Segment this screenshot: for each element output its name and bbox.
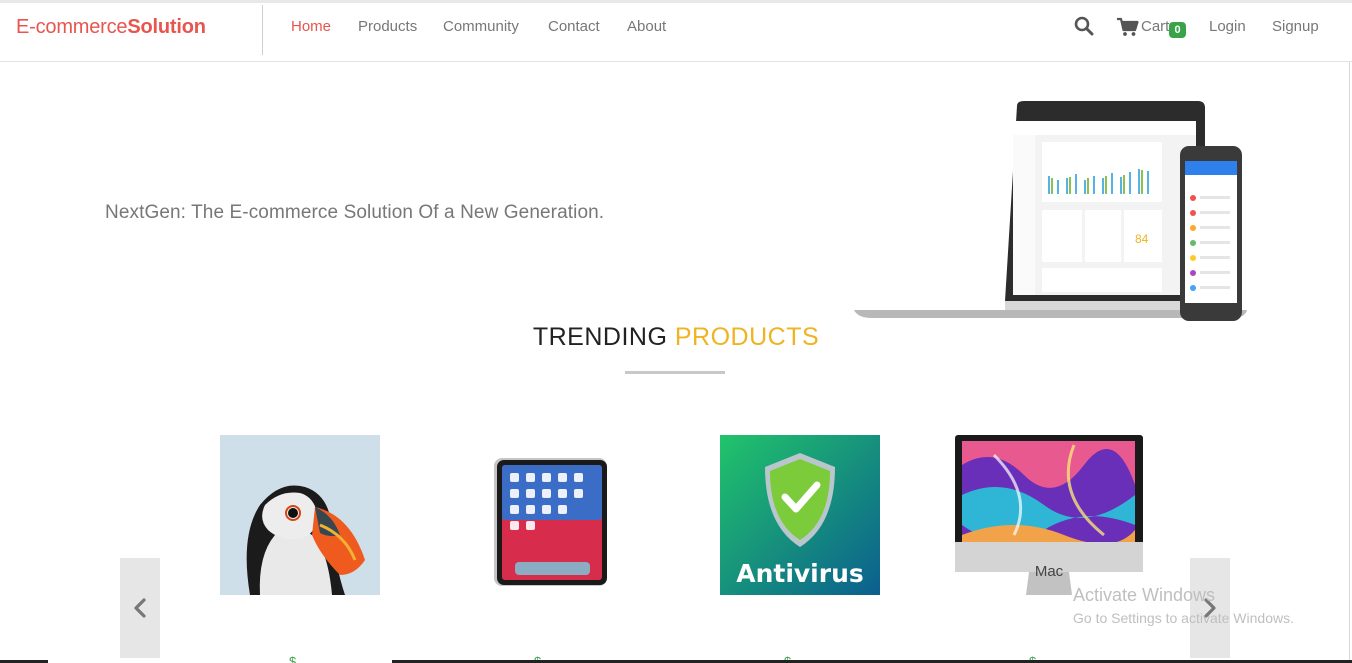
product-image-antivirus[interactable]: Antivirus xyxy=(720,435,880,595)
watermark-line2: Go to Settings to activate Windows. xyxy=(1073,610,1294,626)
imac-label: Mac xyxy=(1035,563,1064,580)
brand-part2: Solution xyxy=(127,16,206,38)
product-image-imac[interactable]: Mac xyxy=(954,435,1144,595)
page-edge-line xyxy=(1349,62,1350,663)
product-image-ipad[interactable] xyxy=(470,435,630,595)
devices-illustration: 84 xyxy=(854,101,1247,321)
hero-tagline: NextGen: The E-commerce Solution Of a Ne… xyxy=(105,202,605,223)
brand-logo[interactable]: E-commerceSolution xyxy=(16,16,206,39)
search-icon[interactable] xyxy=(1074,16,1094,36)
windows-activation-watermark: Activate Windows Go to Settings to activ… xyxy=(1073,585,1294,626)
trending-title: TRENDING PRODUCTS xyxy=(0,323,1352,352)
cart-icon[interactable] xyxy=(1117,17,1139,37)
watermark-line1: Activate Windows xyxy=(1073,585,1216,605)
title-underline xyxy=(625,371,725,374)
nav-link-products[interactable]: Products xyxy=(358,18,417,35)
nav-link-home[interactable]: Home xyxy=(291,18,331,35)
chevron-left-icon xyxy=(134,598,146,618)
trending-title-part1: TRENDING xyxy=(532,323,668,351)
navbar: E-commerceSolution Home Products Communi… xyxy=(0,0,1352,62)
brand-part1: E-commerce xyxy=(16,16,128,38)
nav-link-community[interactable]: Community xyxy=(443,18,519,35)
cart-link[interactable]: Cart xyxy=(1141,18,1169,35)
trending-title-part2: PRODUCTS xyxy=(674,323,820,351)
login-link[interactable]: Login xyxy=(1209,18,1246,35)
carousel-prev-button[interactable] xyxy=(120,558,160,658)
antivirus-label: Antivirus xyxy=(736,559,864,588)
dashboard-figure: 84 xyxy=(1135,232,1149,246)
cart-count-badge: 0 xyxy=(1169,22,1186,38)
nav-link-about[interactable]: About xyxy=(627,18,666,35)
nav-link-contact[interactable]: Contact xyxy=(548,18,600,35)
product-image-puffin[interactable] xyxy=(220,435,380,595)
nav-divider xyxy=(262,5,263,55)
signup-link[interactable]: Signup xyxy=(1272,18,1319,35)
